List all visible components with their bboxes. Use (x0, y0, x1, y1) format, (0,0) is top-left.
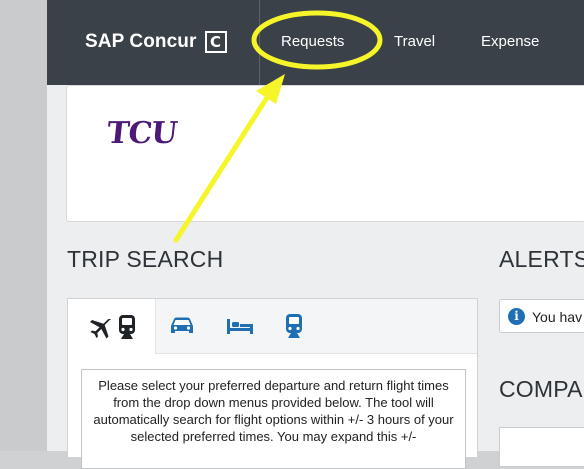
company-title: COMPA (499, 376, 583, 402)
brand[interactable]: SAP Concur C (85, 31, 227, 53)
tab-flight-rail[interactable] (68, 299, 156, 354)
train-icon (286, 314, 302, 338)
trip-search-title: TRIP SEARCH (67, 246, 224, 272)
nav-divider (259, 0, 260, 85)
flight-search-info: Please select your preferred departure a… (81, 369, 466, 469)
trip-search-panel: Please select your preferred departure a… (67, 298, 478, 469)
brand-logo-letter: C (210, 32, 222, 51)
tcu-logo: TCU (105, 116, 179, 151)
concur-logo-icon: C (204, 31, 227, 53)
nav-expense[interactable]: Expense (481, 33, 539, 50)
left-gutter (0, 0, 47, 451)
nav-travel[interactable]: Travel (394, 33, 435, 50)
info-icon: i (508, 308, 525, 325)
tab-hotel[interactable] (214, 299, 266, 353)
hotel-icon (227, 319, 253, 334)
car-icon (171, 317, 193, 333)
alert-item[interactable]: i You hav (499, 299, 584, 333)
info-text: Please select your preferred departure a… (93, 378, 454, 444)
alert-message: You hav (532, 309, 583, 325)
nav-requests[interactable]: Requests (281, 33, 344, 50)
tab-train[interactable] (268, 299, 320, 353)
airplane-icon (89, 318, 111, 338)
top-navigation-bar: SAP Concur C Requests Travel Expense (47, 0, 584, 85)
train-icon (118, 314, 135, 339)
tab-car[interactable] (156, 299, 208, 353)
alerts-title: ALERTS (499, 246, 584, 272)
company-banner: TCU (66, 85, 584, 222)
brand-name: SAP Concur (85, 31, 197, 52)
trip-type-tabs (68, 299, 477, 354)
company-panel (499, 427, 584, 467)
